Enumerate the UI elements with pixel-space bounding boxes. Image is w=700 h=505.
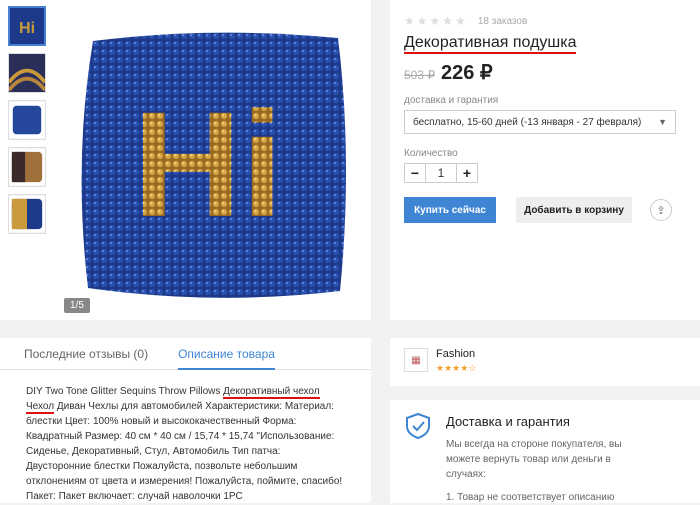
star-icon: ★ (404, 14, 415, 28)
star-icon: ★ (455, 14, 466, 28)
thumbnail-5[interactable] (8, 194, 46, 234)
thumbnail-list: Hi (8, 6, 48, 241)
quantity-input[interactable]: 1 (425, 164, 457, 182)
add-to-cart-button[interactable]: Добавить в корзину (516, 197, 632, 223)
thumbnail-4[interactable] (8, 147, 46, 187)
tab-reviews[interactable]: Последние отзывы (0) (24, 338, 148, 369)
price-row: 503 ₽ 226 ₽ (404, 60, 686, 85)
description-prefix: DIY Two Tone Glitter Sequins Throw Pillo… (26, 386, 224, 397)
chevron-down-icon: ▼ (658, 117, 667, 127)
delivery-option: бесплатно, 15-60 дней (-13 января - 27 ф… (413, 116, 642, 128)
thumbnail-2[interactable] (8, 53, 46, 93)
product-title: Декоративная подушка (404, 34, 577, 51)
description-text: DIY Two Tone Glitter Sequins Throw Pillo… (0, 370, 371, 504)
delivery-title: Доставка и гарантия (446, 414, 570, 429)
delivery-text: Мы всегда на стороне покупателя, вы може… (446, 439, 622, 480)
thumbnail-3[interactable] (8, 100, 46, 140)
store-logo: ▦ (404, 348, 428, 372)
share-icon[interactable]: ⇪ (650, 199, 672, 221)
star-icon: ★ (416, 14, 428, 28)
shield-icon (406, 412, 430, 440)
increase-button[interactable]: + (457, 164, 477, 182)
delivery-select[interactable]: бесплатно, 15-60 дней (-13 января - 27 ф… (404, 110, 676, 134)
orders-count: 18 заказов (477, 15, 528, 27)
thumbnail-1[interactable]: Hi (8, 6, 46, 46)
image-counter: 1/5 (64, 298, 90, 313)
store-info[interactable]: ▦ Fashion ★★★★☆ (390, 338, 700, 386)
delivery-guarantee: Доставка и гарантия Мы всегда на стороне… (390, 400, 700, 503)
delivery-label: доставка и гарантия (404, 95, 499, 106)
hi-sequin-lettering: Hi (133, 80, 283, 248)
tab-bar: Последние отзывы (0) Описание товара (0, 338, 371, 370)
title-underline (404, 52, 576, 54)
current-price: 226 ₽ (441, 62, 493, 84)
buy-now-button[interactable]: Купить сейчас (404, 197, 496, 223)
decrease-button[interactable]: − (405, 164, 425, 182)
quantity-stepper: − 1 + (404, 163, 478, 183)
old-price: 503 ₽ (404, 68, 435, 82)
product-gallery: Hi Hi 1/5 (0, 0, 371, 320)
rating-row: ★ ★ ★ ★ ★ 18 заказов (404, 14, 686, 28)
tab-description[interactable]: Описание товара (178, 338, 275, 370)
quantity-label: Количество (404, 148, 458, 159)
svg-text:Hi: Hi (19, 19, 35, 37)
sequin-pillow-image: Hi (81, 32, 346, 298)
description-body: Диван Чехлы для автомобилей Характеристи… (26, 401, 343, 502)
product-info: ★ ★ ★ ★ ★ 18 заказов Декоративная подушк… (390, 0, 700, 320)
store-name: Fashion (436, 348, 476, 360)
description-section: Последние отзывы (0) Описание товара DIY… (0, 338, 371, 503)
star-icon: ★ (429, 14, 441, 28)
store-rating-stars: ★★★★☆ (436, 363, 477, 373)
action-buttons: Купить сейчас Добавить в корзину ⇪ (404, 197, 686, 223)
main-product-image[interactable]: Hi (60, 8, 365, 313)
star-icon: ★ (442, 14, 454, 28)
